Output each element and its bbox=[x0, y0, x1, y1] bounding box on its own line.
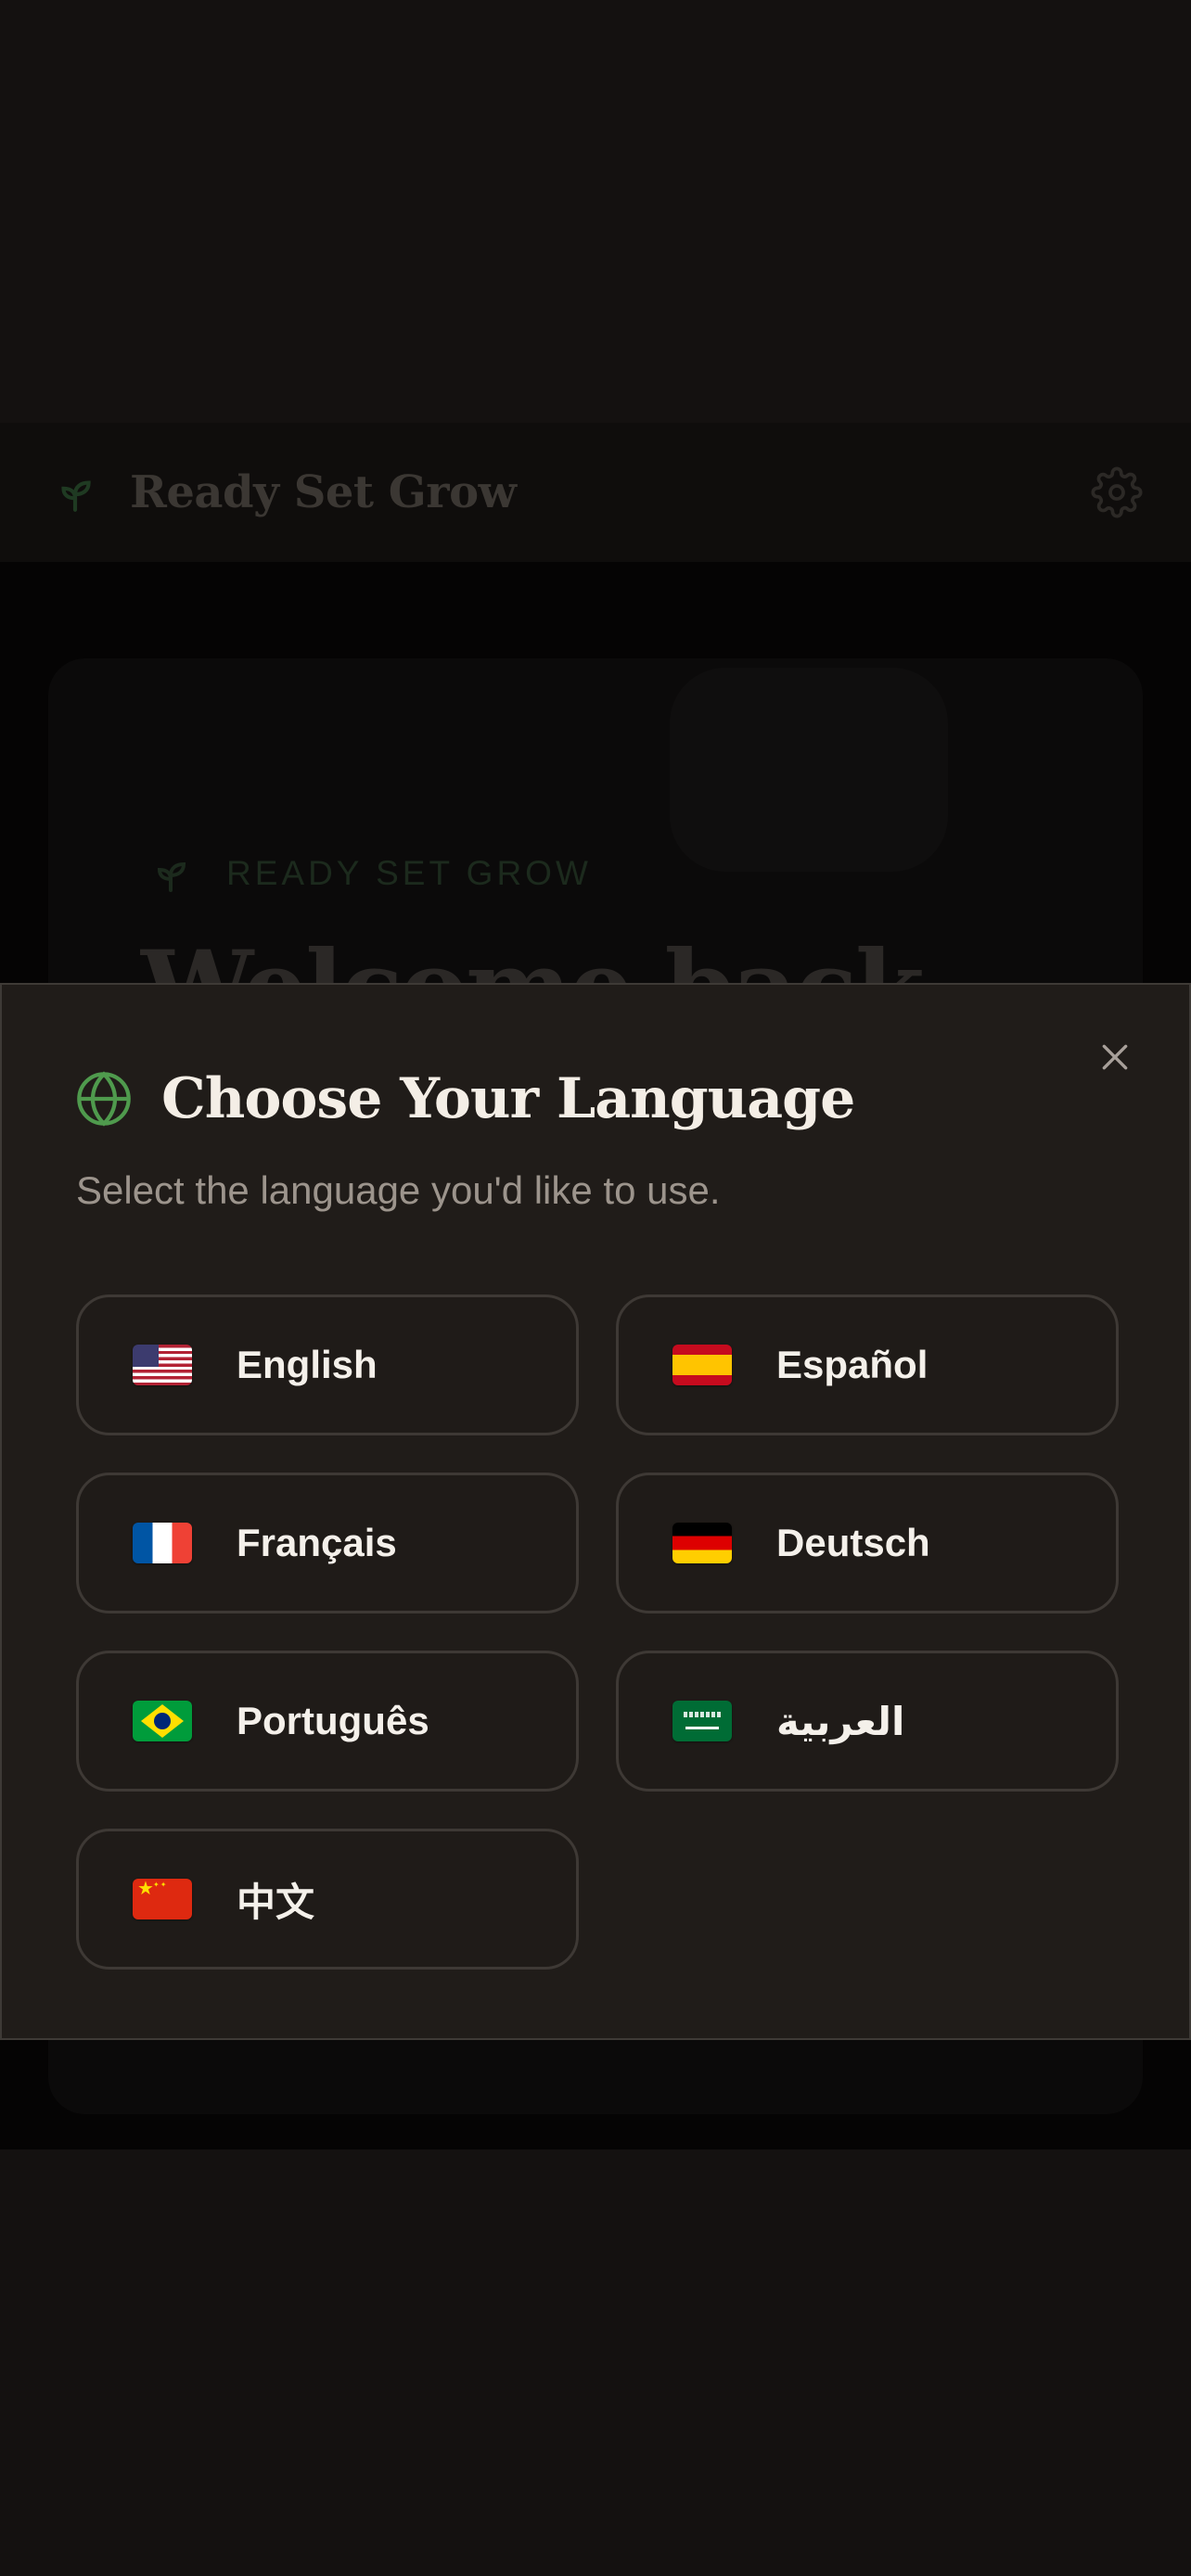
language-option-portuguese[interactable]: Português bbox=[76, 1651, 579, 1792]
france-flag-icon bbox=[133, 1523, 192, 1563]
language-label: Português bbox=[237, 1699, 429, 1742]
modal-header: Choose Your Language bbox=[74, 1066, 855, 1131]
language-label: Deutsch bbox=[776, 1521, 930, 1564]
language-label: العربية bbox=[776, 1699, 905, 1743]
spain-flag-icon bbox=[672, 1345, 732, 1385]
language-options: English Español Français Deutsch Portugu… bbox=[76, 1294, 1119, 1970]
hero-eyebrow-label: READY SET GROW bbox=[226, 854, 592, 892]
language-label: English bbox=[237, 1343, 378, 1386]
germany-flag-icon bbox=[672, 1523, 732, 1563]
settings-gear-icon[interactable] bbox=[1091, 466, 1143, 518]
us-flag-icon bbox=[133, 1345, 192, 1385]
language-label: Français bbox=[237, 1521, 397, 1564]
app-brand-name: Ready Set Grow bbox=[130, 466, 517, 518]
saudi-arabia-flag-icon bbox=[672, 1701, 732, 1741]
globe-icon bbox=[77, 1071, 131, 1127]
hero-eyebrow: READY SET GROW bbox=[148, 851, 592, 896]
language-option-arabic[interactable]: العربية bbox=[616, 1651, 1119, 1792]
china-flag-icon bbox=[133, 1879, 192, 1919]
language-label: 中文 bbox=[237, 1880, 315, 1924]
sprout-icon bbox=[157, 861, 186, 892]
modal-title: Choose Your Language bbox=[161, 1066, 855, 1131]
modal-subtitle: Select the language you'd like to use. bbox=[76, 1168, 721, 1212]
bottom-area bbox=[0, 2149, 1191, 2576]
brazil-flag-icon bbox=[133, 1701, 192, 1741]
language-modal: Choose Your Language Select the language… bbox=[0, 983, 1191, 2040]
language-option-english[interactable]: English bbox=[76, 1294, 579, 1435]
sprout-icon bbox=[61, 480, 91, 512]
app-header: Ready Set Grow bbox=[0, 423, 1191, 562]
language-option-spanish[interactable]: Español bbox=[616, 1294, 1119, 1435]
close-icon[interactable] bbox=[1096, 1039, 1133, 1076]
language-option-chinese[interactable]: 中文 bbox=[76, 1829, 579, 1970]
language-option-french[interactable]: Français bbox=[76, 1473, 579, 1613]
language-label: Español bbox=[776, 1343, 928, 1386]
close-button[interactable] bbox=[1093, 1035, 1137, 1079]
language-option-german[interactable]: Deutsch bbox=[616, 1473, 1119, 1613]
